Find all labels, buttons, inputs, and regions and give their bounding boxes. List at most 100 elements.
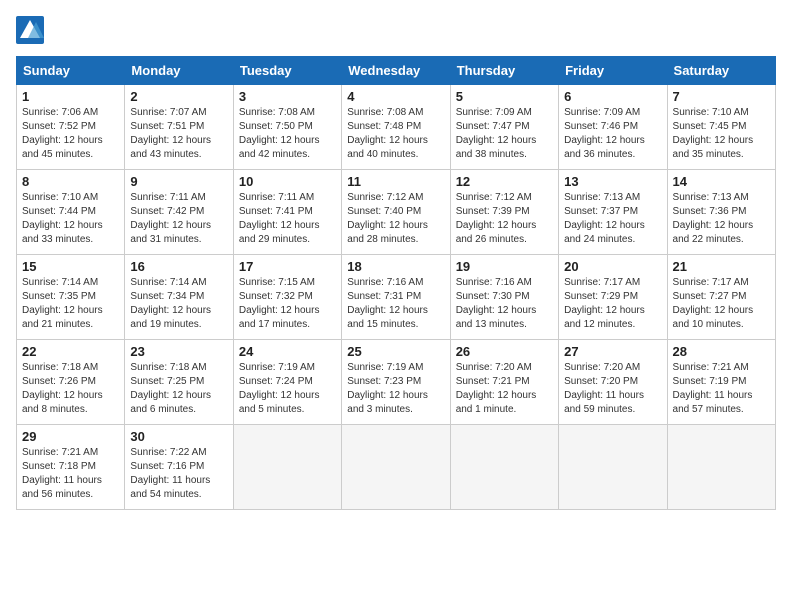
calendar-cell: 18 Sunrise: 7:16 AM Sunset: 7:31 PM Dayli… — [342, 255, 450, 340]
calendar-week-3: 15 Sunrise: 7:14 AM Sunset: 7:35 PM Dayli… — [17, 255, 776, 340]
day-number: 17 — [239, 259, 336, 274]
day-number: 4 — [347, 89, 444, 104]
calendar-cell: 5Sunrise: 7:09 AM Sunset: 7:47 PM Daylig… — [450, 85, 558, 170]
day-number: 29 — [22, 429, 119, 444]
day-number: 15 — [22, 259, 119, 274]
calendar-cell: 22 Sunrise: 7:18 AM Sunset: 7:26 PM Dayli… — [17, 340, 125, 425]
day-number: 26 — [456, 344, 553, 359]
calendar-cell: 29 Sunrise: 7:21 AM Sunset: 7:18 PM Dayli… — [17, 425, 125, 510]
calendar-cell: 3 Sunrise: 7:08 AM Sunset: 7:50 PM Daylig… — [233, 85, 341, 170]
day-number: 19 — [456, 259, 553, 274]
day-number: 1 — [22, 89, 119, 104]
day-header-sunday: Sunday — [17, 57, 125, 85]
calendar-cell: 13 Sunrise: 7:13 AM Sunset: 7:37 PM Dayli… — [559, 170, 667, 255]
day-info: Sunrise: 7:18 AM Sunset: 7:26 PM Dayligh… — [22, 361, 119, 417]
day-number: 20 — [564, 259, 661, 274]
calendar-week-4: 22 Sunrise: 7:18 AM Sunset: 7:26 PM Dayli… — [17, 340, 776, 425]
calendar-cell: 11 Sunrise: 7:12 AM Sunset: 7:40 PM Dayli… — [342, 170, 450, 255]
day-header-friday: Friday — [559, 57, 667, 85]
calendar-cell — [559, 425, 667, 510]
day-info: Sunrise: 7:08 AM Sunset: 7:50 PM Dayligh… — [239, 106, 336, 162]
calendar-cell: 20Sunrise: 7:17 AM Sunset: 7:29 PM Dayli… — [559, 255, 667, 340]
day-number: 9 — [130, 174, 227, 189]
day-header-thursday: Thursday — [450, 57, 558, 85]
calendar-cell: 10Sunrise: 7:11 AM Sunset: 7:41 PM Dayli… — [233, 170, 341, 255]
calendar-cell: 12 Sunrise: 7:12 AM Sunset: 7:39 PM Dayli… — [450, 170, 558, 255]
calendar-cell: 27 Sunrise: 7:20 AM Sunset: 7:20 PM Dayli… — [559, 340, 667, 425]
day-info: Sunrise: 7:16 AM Sunset: 7:31 PM Dayligh… — [347, 276, 444, 332]
day-info: Sunrise: 7:14 AM Sunset: 7:35 PM Dayligh… — [22, 276, 119, 332]
calendar-cell: 9 Sunrise: 7:11 AM Sunset: 7:42 PM Daylig… — [125, 170, 233, 255]
day-number: 6 — [564, 89, 661, 104]
day-number: 5 — [456, 89, 553, 104]
day-number: 16 — [130, 259, 227, 274]
day-number: 22 — [22, 344, 119, 359]
day-info: Sunrise: 7:07 AM Sunset: 7:51 PM Dayligh… — [130, 106, 227, 162]
calendar-cell: 16 Sunrise: 7:14 AM Sunset: 7:34 PM Dayli… — [125, 255, 233, 340]
day-info: Sunrise: 7:10 AM Sunset: 7:45 PM Dayligh… — [673, 106, 770, 162]
day-number: 7 — [673, 89, 770, 104]
day-number: 23 — [130, 344, 227, 359]
day-info: Sunrise: 7:20 AM Sunset: 7:20 PM Dayligh… — [564, 361, 661, 417]
calendar-cell: 17 Sunrise: 7:15 AM Sunset: 7:32 PM Dayli… — [233, 255, 341, 340]
day-info: Sunrise: 7:06 AM Sunset: 7:52 PM Dayligh… — [22, 106, 119, 162]
day-info: Sunrise: 7:20 AM Sunset: 7:21 PM Dayligh… — [456, 361, 553, 417]
calendar-cell: 6 Sunrise: 7:09 AM Sunset: 7:46 PM Daylig… — [559, 85, 667, 170]
calendar-cell: 25Sunrise: 7:19 AM Sunset: 7:23 PM Dayli… — [342, 340, 450, 425]
day-info: Sunrise: 7:12 AM Sunset: 7:40 PM Dayligh… — [347, 191, 444, 247]
calendar-header: SundayMondayTuesdayWednesdayThursdayFrid… — [17, 57, 776, 85]
calendar-cell: 28 Sunrise: 7:21 AM Sunset: 7:19 PM Dayli… — [667, 340, 775, 425]
day-info: Sunrise: 7:14 AM Sunset: 7:34 PM Dayligh… — [130, 276, 227, 332]
day-info: Sunrise: 7:21 AM Sunset: 7:19 PM Dayligh… — [673, 361, 770, 417]
day-info: Sunrise: 7:16 AM Sunset: 7:30 PM Dayligh… — [456, 276, 553, 332]
calendar-cell: 30 Sunrise: 7:22 AM Sunset: 7:16 PM Dayli… — [125, 425, 233, 510]
day-header-monday: Monday — [125, 57, 233, 85]
day-header-saturday: Saturday — [667, 57, 775, 85]
day-info: Sunrise: 7:11 AM Sunset: 7:41 PM Dayligh… — [239, 191, 336, 247]
calendar-cell: 23 Sunrise: 7:18 AM Sunset: 7:25 PM Dayli… — [125, 340, 233, 425]
calendar-week-5: 29 Sunrise: 7:21 AM Sunset: 7:18 PM Dayli… — [17, 425, 776, 510]
day-info: Sunrise: 7:09 AM Sunset: 7:46 PM Dayligh… — [564, 106, 661, 162]
calendar-cell — [667, 425, 775, 510]
day-number: 28 — [673, 344, 770, 359]
calendar-table: SundayMondayTuesdayWednesdayThursdayFrid… — [16, 56, 776, 510]
day-info: Sunrise: 7:18 AM Sunset: 7:25 PM Dayligh… — [130, 361, 227, 417]
day-info: Sunrise: 7:12 AM Sunset: 7:39 PM Dayligh… — [456, 191, 553, 247]
day-header-tuesday: Tuesday — [233, 57, 341, 85]
calendar-week-1: 1 Sunrise: 7:06 AM Sunset: 7:52 PM Daylig… — [17, 85, 776, 170]
day-number: 11 — [347, 174, 444, 189]
day-number: 13 — [564, 174, 661, 189]
calendar-week-2: 8Sunrise: 7:10 AM Sunset: 7:44 PM Daylig… — [17, 170, 776, 255]
day-info: Sunrise: 7:11 AM Sunset: 7:42 PM Dayligh… — [130, 191, 227, 247]
day-number: 8 — [22, 174, 119, 189]
day-info: Sunrise: 7:08 AM Sunset: 7:48 PM Dayligh… — [347, 106, 444, 162]
day-header-wednesday: Wednesday — [342, 57, 450, 85]
day-info: Sunrise: 7:13 AM Sunset: 7:37 PM Dayligh… — [564, 191, 661, 247]
day-number: 27 — [564, 344, 661, 359]
calendar-cell: 2 Sunrise: 7:07 AM Sunset: 7:51 PM Daylig… — [125, 85, 233, 170]
calendar-cell: 24Sunrise: 7:19 AM Sunset: 7:24 PM Dayli… — [233, 340, 341, 425]
day-number: 30 — [130, 429, 227, 444]
calendar-cell — [342, 425, 450, 510]
day-info: Sunrise: 7:17 AM Sunset: 7:27 PM Dayligh… — [673, 276, 770, 332]
day-info: Sunrise: 7:13 AM Sunset: 7:36 PM Dayligh… — [673, 191, 770, 247]
day-info: Sunrise: 7:21 AM Sunset: 7:18 PM Dayligh… — [22, 446, 119, 502]
day-number: 12 — [456, 174, 553, 189]
day-number: 2 — [130, 89, 227, 104]
day-number: 14 — [673, 174, 770, 189]
day-info: Sunrise: 7:15 AM Sunset: 7:32 PM Dayligh… — [239, 276, 336, 332]
day-number: 18 — [347, 259, 444, 274]
calendar-cell: 4 Sunrise: 7:08 AM Sunset: 7:48 PM Daylig… — [342, 85, 450, 170]
day-info: Sunrise: 7:19 AM Sunset: 7:23 PM Dayligh… — [347, 361, 444, 417]
day-info: Sunrise: 7:19 AM Sunset: 7:24 PM Dayligh… — [239, 361, 336, 417]
day-info: Sunrise: 7:22 AM Sunset: 7:16 PM Dayligh… — [130, 446, 227, 502]
calendar-cell: 15 Sunrise: 7:14 AM Sunset: 7:35 PM Dayli… — [17, 255, 125, 340]
calendar-cell: 21Sunrise: 7:17 AM Sunset: 7:27 PM Dayli… — [667, 255, 775, 340]
calendar-cell: 7 Sunrise: 7:10 AM Sunset: 7:45 PM Daylig… — [667, 85, 775, 170]
calendar-cell — [450, 425, 558, 510]
calendar-cell: 1 Sunrise: 7:06 AM Sunset: 7:52 PM Daylig… — [17, 85, 125, 170]
calendar-cell: 26 Sunrise: 7:20 AM Sunset: 7:21 PM Dayli… — [450, 340, 558, 425]
calendar-cell: 14 Sunrise: 7:13 AM Sunset: 7:36 PM Dayli… — [667, 170, 775, 255]
logo — [16, 16, 48, 44]
day-number: 3 — [239, 89, 336, 104]
